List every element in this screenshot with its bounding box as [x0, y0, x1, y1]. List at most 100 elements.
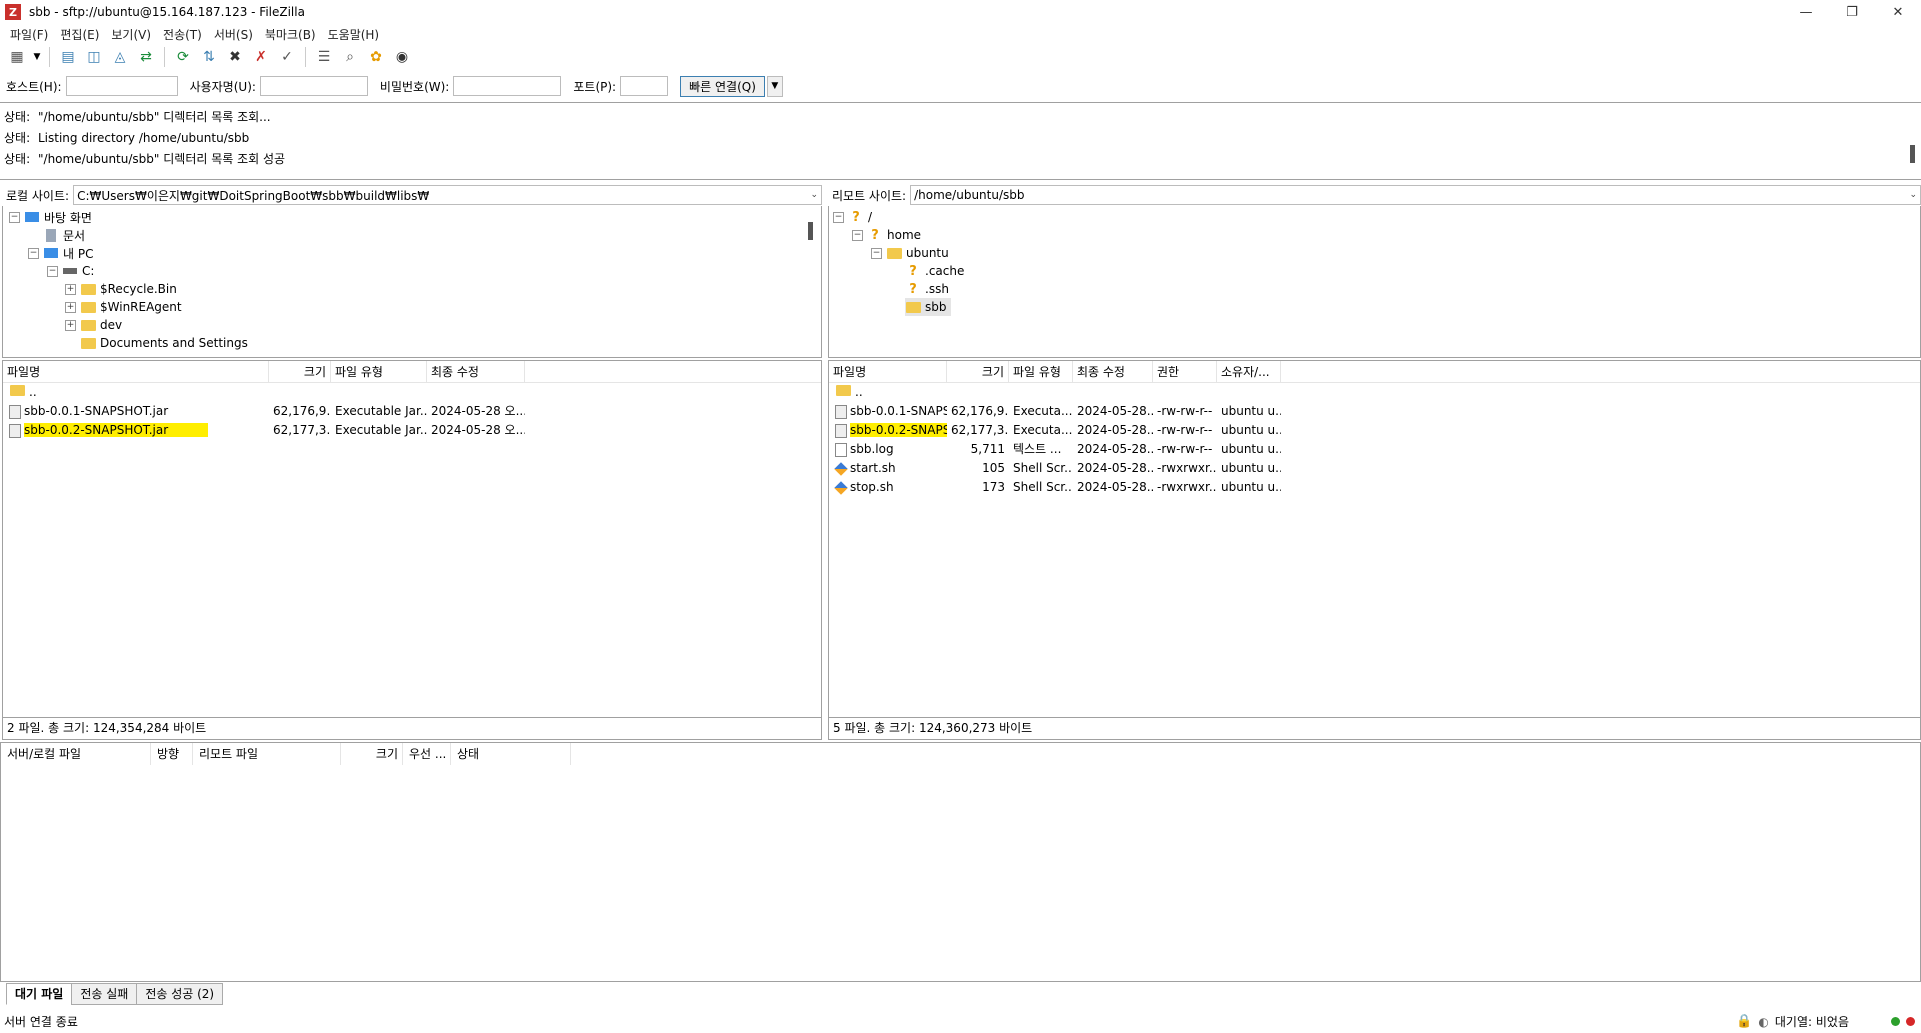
collapse-icon[interactable]: −	[9, 211, 20, 223]
column-header-owner[interactable]: 소유자/...	[1217, 361, 1281, 383]
list-item-parent[interactable]: ..	[829, 383, 1920, 402]
menu-help[interactable]: 도움말(H)	[322, 26, 386, 43]
menu-transfer[interactable]: 전송(T)	[157, 26, 208, 43]
menu-edit[interactable]: 편집(E)	[54, 26, 105, 43]
menu-view[interactable]: 보기(V)	[105, 26, 157, 43]
tab-failed-transfers[interactable]: 전송 실패	[71, 983, 138, 1005]
toggle-queue-icon[interactable]: ⇄	[135, 46, 157, 68]
folder-icon	[80, 318, 96, 332]
collapse-icon[interactable]: −	[28, 247, 39, 259]
tree-item-sbb[interactable]: sbb	[905, 298, 951, 316]
remote-path-input[interactable]: /home/ubuntu/sbb ⌄	[910, 185, 1921, 205]
toggle-log-icon[interactable]: ▤	[57, 46, 79, 68]
column-header-type[interactable]: 파일 유형	[331, 361, 427, 383]
tree-item-cache[interactable]: ? .cache	[905, 262, 964, 280]
tree-item-ubuntu[interactable]: − ubuntu	[871, 244, 949, 262]
column-header-modified[interactable]: 최종 수정	[427, 361, 525, 383]
column-header-name[interactable]: 파일명	[829, 361, 947, 383]
menu-bookmarks[interactable]: 북마크(B)	[259, 26, 322, 43]
port-input[interactable]	[620, 76, 669, 96]
site-manager-icon[interactable]: ▦	[6, 46, 28, 68]
disconnect-icon[interactable]: ✗	[250, 46, 272, 68]
collapse-icon[interactable]: −	[871, 247, 882, 259]
tree-item-documents-and-settings[interactable]: Documents and Settings	[80, 334, 248, 352]
tree-label: /	[868, 210, 873, 224]
question-folder-icon: ?	[909, 281, 917, 297]
table-row[interactable]: stop.sh 173 Shell Scr... 2024-05-28... -…	[829, 478, 1920, 497]
tab-queued-files[interactable]: 대기 파일	[6, 983, 73, 1005]
column-header-server-local-file[interactable]: 서버/로컬 파일	[1, 743, 151, 765]
column-header-permissions[interactable]: 권한	[1153, 361, 1217, 383]
menu-file[interactable]: 파일(F)	[4, 26, 54, 43]
log-text: "/home/ubuntu/sbb" 디렉터리 목록 조회...	[38, 110, 271, 124]
column-header-priority[interactable]: 우선 ...	[403, 743, 451, 765]
column-header-modified[interactable]: 최종 수정	[1073, 361, 1153, 383]
toggle-remote-tree-icon[interactable]: ◬	[109, 46, 131, 68]
jar-file-icon	[9, 423, 21, 438]
table-row[interactable]: sbb-0.0.1-SNAPSHOT.jar 62,176,9... Execu…	[3, 402, 821, 421]
process-queue-icon[interactable]: ⇅	[198, 46, 220, 68]
tree-label: sbb	[925, 300, 947, 314]
quickconnect-dropdown-icon[interactable]: ▼	[766, 75, 783, 97]
tree-label: home	[887, 228, 922, 242]
close-button[interactable]: ✕	[1875, 0, 1921, 24]
restore-button[interactable]: ❐	[1829, 0, 1875, 24]
column-header-name[interactable]: 파일명	[3, 361, 269, 383]
tree-item-recycle-bin[interactable]: + $Recycle.Bin	[65, 280, 177, 298]
tree-item-winreagent[interactable]: + $WinREAgent	[65, 298, 182, 316]
search-icon[interactable]: ◉	[391, 46, 413, 68]
column-header-direction[interactable]: 방향	[151, 743, 193, 765]
chevron-down-icon[interactable]: ⌄	[810, 190, 818, 200]
refresh-icon[interactable]: ⟳	[172, 46, 194, 68]
site-manager-dropdown-icon[interactable]: ▼	[32, 46, 42, 68]
table-row[interactable]: sbb-0.0.2-SNAPS... 62,177,3... Executa..…	[829, 421, 1920, 440]
minimize-button[interactable]: —	[1783, 0, 1829, 24]
local-tree-scrollbar[interactable]	[808, 222, 813, 240]
tree-item-documents[interactable]: 문서	[43, 226, 85, 244]
expand-icon[interactable]: +	[65, 301, 76, 313]
tree-item-home[interactable]: − ? home	[852, 226, 921, 244]
sync-browse-icon[interactable]: ✿	[365, 46, 387, 68]
table-row[interactable]: sbb.log 5,711 텍스트 ... 2024-05-28... -rw-…	[829, 440, 1920, 459]
tree-item-desktop[interactable]: − 바탕 화면	[9, 208, 92, 226]
toolbar-separator	[164, 47, 165, 67]
tree-item-root[interactable]: − ? /	[833, 208, 872, 226]
column-header-size[interactable]: 크기	[269, 361, 331, 383]
column-header-size[interactable]: 크기	[341, 743, 403, 765]
remote-file-list-header: 파일명 크기 파일 유형 최종 수정 권한 소유자/...	[829, 361, 1920, 383]
toggle-local-tree-icon[interactable]: ◫	[83, 46, 105, 68]
table-row[interactable]: sbb-0.0.1-SNAPS... 62,176,9... Executa..…	[829, 402, 1920, 421]
tree-label: Documents and Settings	[100, 336, 248, 350]
collapse-icon[interactable]: −	[833, 211, 844, 223]
expand-icon[interactable]: +	[65, 319, 76, 331]
column-header-status[interactable]: 상태	[451, 743, 571, 765]
column-header-type[interactable]: 파일 유형	[1009, 361, 1073, 383]
host-input[interactable]	[65, 76, 178, 96]
column-header-size[interactable]: 크기	[947, 361, 1009, 383]
tab-successful-transfers[interactable]: 전송 성공 (2)	[136, 983, 224, 1005]
table-row[interactable]: sbb-0.0.2-SNAPSHOT.jar 62,177,3... Execu…	[3, 421, 821, 440]
list-item-parent[interactable]: ..	[3, 383, 821, 402]
collapse-icon[interactable]: −	[47, 265, 58, 277]
reconnect-icon[interactable]: ✓	[276, 46, 298, 68]
tree-item-c-drive[interactable]: − C:	[47, 262, 94, 280]
directory-filter-icon[interactable]: ☰	[313, 46, 335, 68]
tree-item-dev[interactable]: + dev	[65, 316, 122, 334]
column-header-remote-file[interactable]: 리모트 파일	[193, 743, 341, 765]
cancel-operation-icon[interactable]: ✖	[224, 46, 246, 68]
quickconnect-button[interactable]: 빠른 연결(Q)	[680, 75, 765, 97]
tree-item-ssh[interactable]: ? .ssh	[905, 280, 949, 298]
local-path-input[interactable]: C:₩Users₩이은지₩git₩DoitSpringBoot₩sbb₩buil…	[73, 185, 822, 205]
table-row[interactable]: start.sh 105 Shell Scr... 2024-05-28... …	[829, 459, 1920, 478]
lock-icon[interactable]: 🔒	[1736, 1014, 1752, 1029]
username-input[interactable]	[259, 76, 368, 96]
menu-server[interactable]: 서버(S)	[208, 26, 259, 43]
compare-icon[interactable]: ⌕	[339, 46, 361, 68]
collapse-icon[interactable]: −	[852, 229, 863, 241]
log-scrollbar[interactable]	[1910, 145, 1915, 163]
chevron-down-icon[interactable]: ⌄	[1909, 190, 1917, 200]
expand-icon[interactable]: +	[65, 283, 76, 295]
tree-item-my-pc[interactable]: − 내 PC	[28, 244, 93, 262]
speed-limit-icon[interactable]: ◐	[1758, 1015, 1768, 1029]
password-input[interactable]	[453, 76, 562, 96]
